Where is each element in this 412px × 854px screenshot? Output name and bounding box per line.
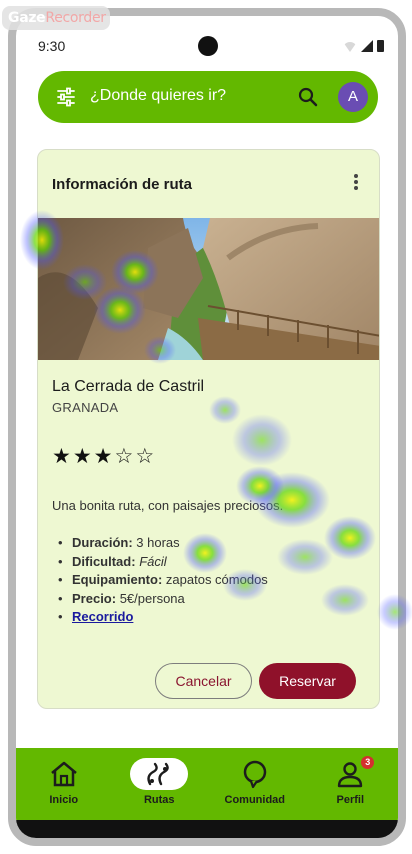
status-time: 9:30 [38, 38, 66, 54]
star-empty-icon[interactable]: ☆ [135, 444, 154, 468]
detail-equipment: Equipamiento: zapatos cómodos [58, 572, 268, 591]
star-filled-icon[interactable]: ★ [52, 444, 71, 468]
detail-difficulty: Dificultad: Fácil [58, 554, 268, 573]
nav-item-comunidad[interactable]: Comunidad [213, 748, 297, 820]
star-filled-icon[interactable]: ★ [73, 444, 92, 468]
nav-item-perfil[interactable]: 3 Perfil [308, 748, 392, 820]
search-input[interactable]: ¿Donde quieres ir? [90, 87, 226, 105]
status-icons [343, 40, 384, 52]
route-photo [38, 218, 379, 360]
nav-item-rutas[interactable]: Rutas [117, 748, 201, 820]
nav-label-comunidad: Comunidad [224, 794, 286, 806]
wifi-icon [343, 42, 357, 52]
more-options-icon[interactable] [353, 174, 359, 192]
route-link[interactable]: Recorrido [72, 609, 133, 624]
chat-bubble-icon [243, 760, 266, 789]
star-rating[interactable]: ★ ★ ★ ☆ ☆ [52, 444, 154, 468]
bottom-navigation: Inicio Rutas Comunidad 3 Perfil [16, 748, 398, 820]
route-icon [147, 762, 170, 786]
search-icon[interactable] [296, 85, 320, 109]
detail-duration: Duración: 3 horas [58, 535, 268, 554]
card-title: Información de ruta [52, 176, 193, 193]
gazerecorder-watermark: GazeRecorder [2, 6, 110, 30]
battery-icon [377, 40, 384, 52]
camera-cutout [198, 36, 218, 56]
home-icon [50, 761, 77, 787]
reserve-button[interactable]: Reservar [259, 663, 356, 699]
star-empty-icon[interactable]: ☆ [114, 444, 133, 468]
nav-label-rutas: Rutas [143, 794, 175, 806]
route-description: Una bonita ruta, con paisajes preciosos. [52, 498, 284, 513]
route-region: GRANADA [52, 400, 119, 415]
notification-badge: 3 [361, 756, 375, 769]
phone-frame: 9:30 ¿Donde quieres ir? A Información de… [8, 8, 406, 846]
detail-price: Precio: 5€/persona [58, 591, 268, 610]
system-navigation-bar [16, 820, 398, 838]
search-bar[interactable]: ¿Donde quieres ir? A [38, 71, 378, 123]
route-details-list: Duración: 3 horas Dificultad: Fácil Equi… [58, 535, 268, 628]
cancel-button[interactable]: Cancelar [155, 663, 252, 699]
nav-item-inicio[interactable]: Inicio [22, 748, 106, 820]
nav-label-perfil: Perfil [336, 794, 364, 806]
route-name: La Cerrada de Castril [52, 378, 205, 395]
route-info-card: Información de ruta La Cerrada de Castri… [37, 149, 380, 709]
signal-icon [361, 40, 373, 52]
nav-label-inicio: Inicio [49, 794, 79, 806]
avatar[interactable]: A [338, 82, 368, 112]
star-filled-icon[interactable]: ★ [94, 444, 113, 468]
detail-route-link-item: Recorrido [58, 609, 268, 628]
filter-icon[interactable] [56, 87, 76, 107]
